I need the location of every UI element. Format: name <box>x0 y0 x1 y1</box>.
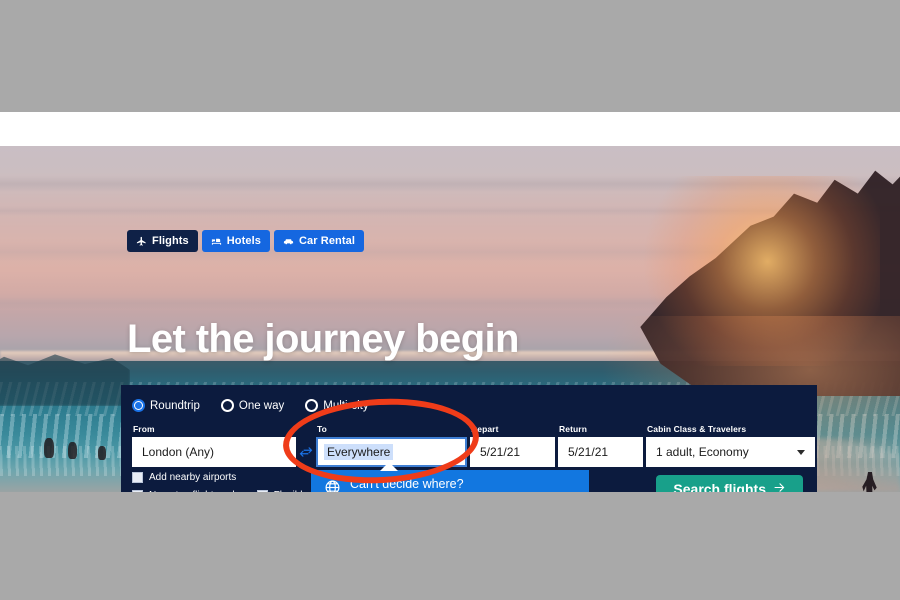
checkbox-add-nearby-airports[interactable]: Add nearby airports <box>132 472 236 483</box>
trip-type-multi-city-label: Multi-city <box>323 399 369 412</box>
search-flights-button[interactable]: Search flights <box>656 475 803 492</box>
search-flights-button-label: Search flights <box>673 481 766 492</box>
swimmer-silhouette <box>44 438 54 458</box>
tab-flights[interactable]: Flights <box>127 230 198 252</box>
top-nav-bar <box>0 112 900 146</box>
swap-arrows-icon[interactable] <box>296 437 316 467</box>
search-fields-row: From London (Any) To Everywhere Depart 5… <box>132 423 815 467</box>
globe-icon <box>324 479 341 492</box>
cabin-class-travelers-value: 1 adult, Economy <box>656 445 749 459</box>
tab-car-rental[interactable]: Car Rental <box>273 230 365 252</box>
tab-car-rental-label: Car Rental <box>298 235 356 247</box>
swimmer-silhouette <box>68 442 77 459</box>
depart-date-value: 5/21/21 <box>480 445 521 459</box>
everywhere-suggestion[interactable]: Can't decide where? Click here to search… <box>311 470 589 492</box>
to-field-label: To <box>317 424 327 434</box>
category-tabs: Flights Hotels Car Rental <box>127 230 365 252</box>
car-icon <box>283 236 294 247</box>
cloud-band <box>0 206 900 216</box>
from-field-label: From <box>133 424 155 434</box>
depart-field-group: Depart 5/21/21 <box>470 424 555 467</box>
suggestion-tail <box>380 462 398 471</box>
depart-field-label: Depart <box>471 424 499 434</box>
cabin-class-travelers-select[interactable]: 1 adult, Economy <box>646 437 815 467</box>
arrow-right-icon <box>773 481 786 492</box>
checkbox-add-nearby-airports-label: Add nearby airports <box>149 472 237 483</box>
checkbox-box-icon[interactable] <box>132 472 143 483</box>
return-date-input[interactable]: 5/21/21 <box>558 437 643 467</box>
radio-multi-city-icon[interactable] <box>305 399 319 412</box>
bed-icon <box>211 236 222 247</box>
from-field-group: From London (Any) <box>132 424 296 467</box>
cabin-field-label: Cabin Class & Travelers <box>647 424 747 434</box>
return-field-label: Return <box>559 424 587 434</box>
suggestion-title: Can't decide where? <box>350 477 464 492</box>
to-input-value: Everywhere <box>324 444 394 460</box>
cloud-band <box>0 176 900 192</box>
checkbox-non-stop-flights-only-label: Non-stop flights only <box>149 490 240 492</box>
browser-page: Flights Hotels Car Rental Let the journe… <box>0 112 900 492</box>
trip-type-radio-group: Roundtrip One way Multi-city <box>132 399 369 412</box>
radio-roundtrip-icon[interactable] <box>132 399 145 412</box>
trip-type-one-way-label: One way <box>238 399 285 412</box>
depart-date-input[interactable]: 5/21/21 <box>470 437 555 467</box>
checkbox-box-icon[interactable] <box>256 490 268 492</box>
radio-one-way-icon[interactable] <box>220 399 234 412</box>
from-input-value: London (Any) <box>142 445 215 459</box>
tab-hotels-label: Hotels <box>226 235 261 247</box>
from-input[interactable]: London (Any) <box>132 437 296 467</box>
trip-type-roundtrip-label: Roundtrip <box>150 399 200 412</box>
checkbox-non-stop-flights-only[interactable]: Non-stop flights only <box>132 490 240 492</box>
trip-type-multi-city[interactable]: Multi-city <box>305 399 369 412</box>
tab-hotels[interactable]: Hotels <box>201 230 270 252</box>
trip-type-one-way[interactable]: One way <box>220 399 285 412</box>
tab-flights-label: Flights <box>152 235 189 247</box>
trip-type-roundtrip[interactable]: Roundtrip <box>132 399 200 412</box>
checkbox-box-icon[interactable] <box>132 490 143 492</box>
return-field-group: Return 5/21/21 <box>558 424 643 467</box>
hero-headline: Let the journey begin <box>127 317 519 361</box>
cabin-field-group: Cabin Class & Travelers 1 adult, Economy <box>646 424 815 467</box>
swimmer-silhouette <box>98 446 106 460</box>
airplane-icon <box>136 236 147 247</box>
return-date-value: 5/21/21 <box>568 445 609 459</box>
chevron-down-icon <box>797 449 805 455</box>
